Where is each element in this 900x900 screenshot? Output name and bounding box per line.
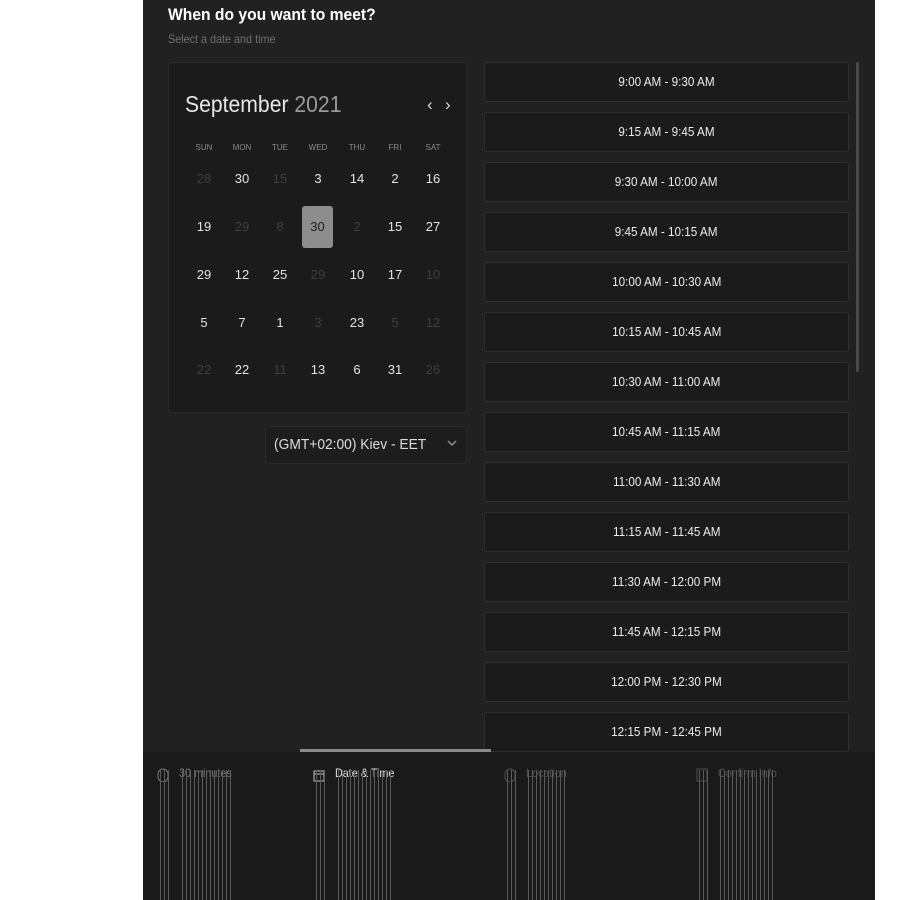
time-slot-button[interactable]: 10:00 AM - 10:30 AM <box>484 262 849 302</box>
calendar-day[interactable]: 29 <box>226 211 258 243</box>
calendar-day[interactable]: 5 <box>379 307 411 339</box>
calendar-day[interactable]: 29 <box>302 259 334 291</box>
calendar-day[interactable]: 11 <box>264 354 296 386</box>
time-slot-button[interactable]: 9:00 AM - 9:30 AM <box>484 62 849 102</box>
calendar-day[interactable]: 31 <box>379 354 411 386</box>
calendar-day[interactable]: 30 <box>226 163 258 195</box>
calendar-day[interactable]: 22 <box>226 354 258 386</box>
calendar-day[interactable]: 5 <box>188 307 220 339</box>
weekday-header: SUN <box>195 143 213 152</box>
time-slot-button[interactable]: 11:30 AM - 12:00 PM <box>484 562 849 602</box>
calendar-day[interactable]: 26 <box>417 354 449 386</box>
year: 2021 <box>294 91 342 117</box>
time-slot-label: 9:45 AM - 10:15 AM <box>615 224 718 239</box>
time-slot-label: 12:15 PM - 12:45 PM <box>611 724 722 739</box>
calendar-day[interactable]: 15 <box>264 163 296 195</box>
calendar-month-label: September 2021 <box>185 91 341 118</box>
time-slot-label: 10:45 AM - 11:15 AM <box>612 424 721 439</box>
weekday-header: MON <box>232 143 252 152</box>
month-name: September <box>185 91 289 117</box>
time-slot-button[interactable]: 9:30 AM - 10:00 AM <box>484 162 849 202</box>
chevron-down-icon <box>447 440 457 446</box>
weekday-header: FRI <box>388 143 402 152</box>
time-slot-label: 11:30 AM - 12:00 PM <box>611 574 722 589</box>
chevron-left-icon[interactable]: ‹ <box>427 95 433 115</box>
calendar-day[interactable]: 3 <box>302 163 334 195</box>
calendar-day[interactable]: 2 <box>379 163 411 195</box>
timezone-select[interactable]: (GMT+02:00) Kiev - EET <box>265 426 467 464</box>
calendar-day[interactable]: 19 <box>188 211 220 243</box>
time-slot-button[interactable]: 10:30 AM - 11:00 AM <box>484 362 849 402</box>
calendar-day[interactable]: 12 <box>226 259 258 291</box>
time-slot-button[interactable]: 9:45 AM - 10:15 AM <box>484 212 849 252</box>
scan-artifact <box>313 770 327 900</box>
scan-artifact <box>717 770 775 900</box>
calendar-day[interactable]: 8 <box>264 211 296 243</box>
calendar-day[interactable]: 12 <box>417 307 449 339</box>
scan-artifact <box>504 770 518 900</box>
time-slot-button[interactable]: 12:15 PM - 12:45 PM <box>484 712 849 752</box>
calendar-day[interactable]: 15 <box>379 211 411 243</box>
calendar-day[interactable]: 13 <box>302 354 334 386</box>
scan-artifact <box>179 770 231 900</box>
time-slot-label: 11:15 AM - 11:45 AM <box>612 524 721 539</box>
calendar-day[interactable]: 25 <box>264 259 296 291</box>
calendar-day[interactable]: 22 <box>188 354 220 386</box>
time-slot-button[interactable]: 12:00 PM - 12:30 PM <box>484 662 849 702</box>
calendar-day[interactable]: 1 <box>264 307 296 339</box>
scan-artifact <box>696 770 710 900</box>
timezone-label: (GMT+02:00) Kiev - EET <box>274 436 427 453</box>
weekday-header: THU <box>348 143 366 152</box>
calendar-day[interactable]: 10 <box>417 259 449 291</box>
calendar-day[interactable]: 7 <box>226 307 258 339</box>
calendar-day-selected[interactable]: 30 <box>302 206 333 248</box>
time-slot-label: 9:00 AM - 9:30 AM <box>618 74 715 89</box>
calendar-day[interactable]: 10 <box>341 259 373 291</box>
time-slot-label: 9:30 AM - 10:00 AM <box>615 174 718 189</box>
scan-artifact <box>525 770 565 900</box>
time-slot-button[interactable]: 10:45 AM - 11:15 AM <box>484 412 849 452</box>
time-slot-button[interactable]: 11:15 AM - 11:45 AM <box>484 512 849 552</box>
calendar-day[interactable]: 28 <box>188 163 220 195</box>
scan-artifact <box>335 770 391 900</box>
calendar-day[interactable]: 2 <box>341 211 373 243</box>
calendar: September 2021 ‹ › SUN MON TUE WED THU FRI SAT… <box>168 62 467 413</box>
time-slot-label: 10:15 AM - 10:45 AM <box>611 324 722 339</box>
chevron-right-icon[interactable]: › <box>445 95 451 115</box>
scheduler-panel: When do you want to meet? Select a date … <box>143 0 875 900</box>
time-slot-button[interactable]: 10:15 AM - 10:45 AM <box>484 312 849 352</box>
time-slot-label: 11:00 AM - 11:30 AM <box>612 474 721 489</box>
scan-artifact <box>157 770 171 900</box>
time-slot-label: 12:00 PM - 12:30 PM <box>611 674 722 689</box>
calendar-day[interactable]: 14 <box>341 163 373 195</box>
time-slot-button[interactable]: 9:15 AM - 9:45 AM <box>484 112 849 152</box>
time-slot-button[interactable]: 11:45 AM - 12:15 PM <box>484 612 849 652</box>
page-subtitle: Select a date and time <box>168 32 276 46</box>
step-bar: 30 minutes Date & Time Location Confirm … <box>143 749 875 900</box>
page-title: When do you want to meet? <box>168 5 376 24</box>
calendar-day[interactable]: 6 <box>341 354 373 386</box>
calendar-day[interactable]: 3 <box>302 307 334 339</box>
scrollbar[interactable] <box>856 62 859 372</box>
calendar-day[interactable]: 23 <box>341 307 373 339</box>
active-step-indicator <box>300 749 491 752</box>
weekday-header: WED <box>308 143 328 152</box>
time-slot-button[interactable]: 11:00 AM - 11:30 AM <box>484 462 849 502</box>
weekday-header: SAT <box>425 143 441 152</box>
calendar-day[interactable]: 16 <box>417 163 449 195</box>
time-slot-label: 9:15 AM - 9:45 AM <box>618 124 715 139</box>
weekday-header: TUE <box>272 143 288 152</box>
time-slot-label: 10:30 AM - 11:00 AM <box>612 374 721 389</box>
calendar-day[interactable]: 27 <box>417 211 449 243</box>
time-slot-label: 11:45 AM - 12:15 PM <box>611 624 722 639</box>
time-slot-label: 10:00 AM - 10:30 AM <box>611 274 722 289</box>
calendar-day[interactable]: 17 <box>379 259 411 291</box>
calendar-day[interactable]: 29 <box>188 259 220 291</box>
time-slot-list[interactable]: 9:00 AM - 9:30 AM 9:15 AM - 9:45 AM 9:30 A… <box>484 62 849 752</box>
